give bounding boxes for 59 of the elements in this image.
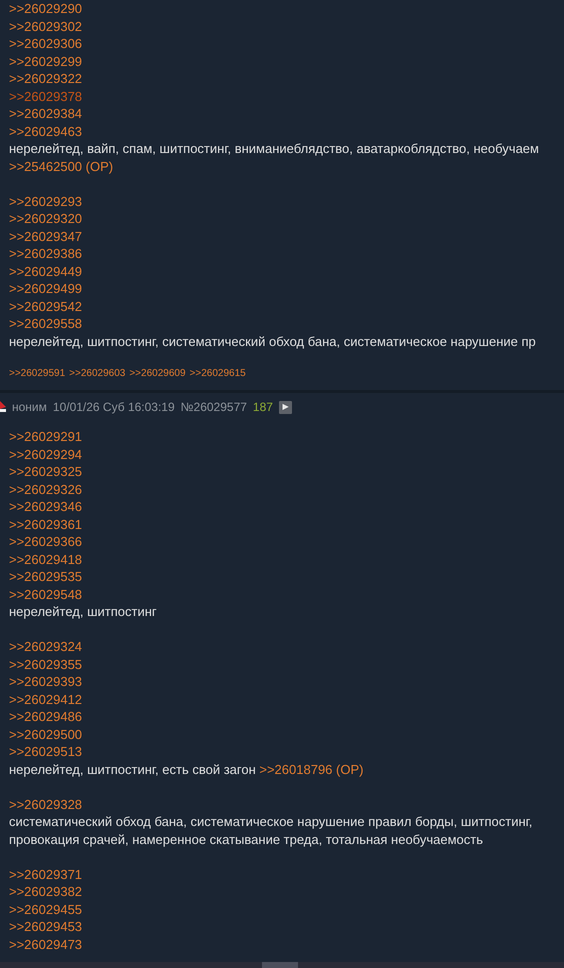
- reply-link[interactable]: >>26029325: [9, 464, 82, 479]
- reply-link[interactable]: >>26029500: [9, 726, 82, 742]
- reply-link[interactable]: >>26029513: [9, 744, 82, 759]
- reply-link[interactable]: >>26029558: [9, 316, 82, 331]
- reply-link[interactable]: >>26029306: [9, 36, 82, 51]
- reply-link[interactable]: >>26029393: [9, 674, 82, 689]
- horizontal-scrollbar[interactable]: [0, 962, 564, 968]
- reply-link[interactable]: >>26029453: [9, 919, 82, 934]
- reply-link[interactable]: >>26029463: [9, 124, 82, 138]
- reply-link[interactable]: >>26029378: [9, 88, 82, 104]
- reply-link[interactable]: >>26029615: [190, 368, 246, 379]
- post-text: нерелейтед, шитпостинг, есть свой загон: [9, 762, 257, 776]
- post-text: нерелейтед, шитпостинг: [9, 603, 158, 620]
- reply-link[interactable]: >>26029355: [9, 656, 82, 672]
- reply-link[interactable]: >>26029293: [9, 194, 82, 208]
- post-number[interactable]: №26029577: [180, 398, 247, 416]
- reply-link[interactable]: >>26029366: [9, 534, 82, 549]
- reply-link[interactable]: >>26029591: [9, 368, 66, 379]
- post-text: нерелейтед, шитпостинг, систематический обход бана, систематическое нарушение пр: [9, 332, 537, 350]
- reply-link[interactable]: >>26029320: [9, 211, 82, 226]
- reply-link[interactable]: >>26029486: [9, 709, 82, 724]
- reply-link[interactable]: >>26029294: [9, 446, 82, 462]
- scrollbar-thumb[interactable]: [262, 962, 298, 968]
- reply-link[interactable]: >>26018796 (OP): [259, 762, 364, 776]
- reply-link[interactable]: >>26029535: [9, 569, 82, 584]
- reply-link[interactable]: >>26029542: [9, 298, 82, 314]
- reply-link[interactable]: >>26029291: [9, 429, 82, 444]
- reply-link[interactable]: >>25462500 (OP): [9, 158, 114, 174]
- post-text: систематический обход бана, систематическое нарушение правил борды, шитпостинг,: [9, 813, 534, 830]
- reply-link[interactable]: >>26029382: [9, 884, 82, 899]
- reply-link[interactable]: >>26029412: [9, 692, 82, 706]
- reply-link[interactable]: >>26029326: [9, 482, 82, 496]
- reply-link[interactable]: >>26029299: [9, 54, 82, 68]
- reply-link[interactable]: >>26029455: [9, 902, 82, 916]
- reply-link[interactable]: >>26029384: [9, 106, 82, 121]
- reply-link[interactable]: >>26029290: [9, 1, 82, 16]
- reply-link[interactable]: >>26029609: [129, 368, 186, 379]
- reply-link[interactable]: >>26029322: [9, 71, 82, 86]
- reply-link[interactable]: >>26029499: [9, 281, 82, 296]
- reply-link[interactable]: >>26029603: [69, 368, 126, 379]
- reply-link[interactable]: >>26029328: [9, 796, 82, 812]
- reply-link[interactable]: >>26029449: [9, 264, 82, 278]
- reply-link[interactable]: >>26029418: [9, 552, 82, 566]
- poster-name: ноним: [12, 399, 47, 416]
- reply-link[interactable]: >>26029361: [9, 516, 82, 532]
- reply-link[interactable]: >>26029324: [9, 639, 82, 654]
- post-date: 10/01/26 Суб 16:03:19: [52, 399, 175, 416]
- reply-link[interactable]: >>26029548: [9, 586, 82, 602]
- reply-link[interactable]: >>26029347: [9, 228, 82, 244]
- post-count: 187: [252, 399, 273, 416]
- post-text: нерелейтед, вайп, спам, шитпостинг, вниманиеблядство, аватаркоблядство, необучаем: [9, 140, 540, 158]
- reply-link[interactable]: >>26029371: [9, 866, 82, 882]
- reply-link[interactable]: >>26029473: [9, 936, 82, 952]
- reply-link[interactable]: >>26029386: [9, 246, 82, 261]
- reply-link[interactable]: >>26029302: [9, 18, 82, 34]
- play-button[interactable]: ▶: [278, 400, 292, 414]
- hat-icon: [0, 401, 6, 413]
- reply-link[interactable]: >>26029346: [9, 499, 82, 514]
- post-text: провокация срачей, намеренное скатывание треда, тотальная необучаемость: [9, 830, 484, 848]
